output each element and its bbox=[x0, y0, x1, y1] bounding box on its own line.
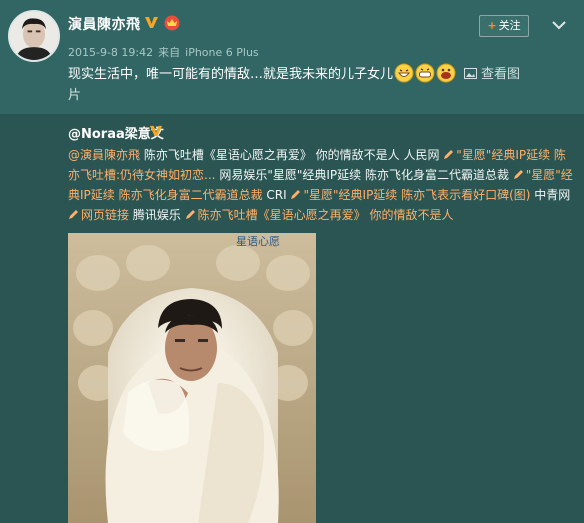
link-5-text: 陈亦飞吐槽《星语心愿之再爱》 你的情敌不是人 bbox=[197, 208, 454, 222]
view-image-link[interactable]: 查看图 bbox=[464, 67, 520, 82]
follow-label: 关注 bbox=[498, 19, 521, 32]
repost-text-1: 陈亦飞吐槽《星语心愿之再爱》 你的情敌不是人 人民网 bbox=[140, 148, 444, 162]
picture-icon bbox=[464, 68, 478, 79]
view-image-label: 查看图 bbox=[481, 67, 521, 82]
link-pen-icon bbox=[185, 210, 195, 219]
post-card: 演員陳亦飛 2015-9-8 19:42 来自 iPhone 6 Plus + 关注 … bbox=[0, 0, 584, 114]
link-3-text: "星愿"经典IP延续 陈亦飞表示看好口碑(图) bbox=[303, 188, 531, 202]
repost-text-2: 网易娱乐"星愿"经典IP延续 陈亦飞化身富二代霸道总裁 bbox=[215, 168, 513, 182]
repost-text: @演員陳亦飛 陈亦飞吐槽《星语心愿之再爱》 你的情敌不是人 人民网 "星愿"经典… bbox=[68, 145, 574, 225]
link-1-text: "星愿"经典IP延续 陈 bbox=[456, 148, 566, 162]
username[interactable]: 演員陳亦飛 bbox=[68, 14, 141, 34]
repost-photo[interactable]: 星语心愿 bbox=[68, 233, 316, 523]
avatar[interactable] bbox=[8, 10, 60, 62]
post-text: 现实生活中，唯一可能有的情敌…就是我未来的儿子女儿 查看图片 bbox=[68, 63, 568, 106]
grin-emoji-icon bbox=[394, 63, 414, 83]
verified-v-icon bbox=[149, 125, 163, 137]
grin-emoji-icon bbox=[436, 63, 456, 83]
menu-chevron-icon[interactable] bbox=[550, 17, 568, 33]
link-2-text-cont: 典IP延续 陈亦飞化身富二代霸道总裁 bbox=[68, 188, 263, 202]
link-4-text: 网页链接 bbox=[81, 208, 130, 222]
repost-mention[interactable]: @演員陳亦飛 bbox=[68, 148, 140, 162]
post-meta: 2015-9-8 19:42 来自 iPhone 6 Plus bbox=[68, 44, 264, 60]
photo-caption: 星语心愿 bbox=[236, 235, 280, 248]
link-pen-icon bbox=[444, 150, 454, 159]
plus-icon: + bbox=[487, 19, 497, 32]
link-pen-icon bbox=[513, 170, 523, 179]
follow-button[interactable]: + 关注 bbox=[479, 15, 529, 37]
post-body: 现实生活中，唯一可能有的情敌…就是我未来的儿子女儿 bbox=[68, 67, 394, 82]
vip-crown-icon[interactable] bbox=[163, 14, 181, 31]
repost-text-5: 腾讯娱乐 bbox=[129, 208, 185, 222]
link-1-text-cont: 亦飞吐槽:仍待女神如初恋... bbox=[68, 168, 216, 182]
post-timestamp[interactable]: 2015-9-8 19:42 bbox=[68, 46, 153, 59]
grin-emoji-icon bbox=[415, 63, 435, 83]
verified-v-icon bbox=[145, 17, 158, 28]
link-3[interactable]: "星愿"经典IP延续 陈亦飞表示看好口碑(图) bbox=[290, 188, 530, 202]
link-pen-icon bbox=[291, 190, 301, 199]
link-pen-icon bbox=[69, 210, 78, 219]
post-source[interactable]: iPhone 6 Plus bbox=[185, 46, 259, 59]
repost-card: @Noraa梁意文 @演員陳亦飛 陈亦飞吐槽《星语心愿之再爱》 你的情敌不是人 … bbox=[0, 114, 584, 523]
link-2-text: "星愿"经 bbox=[525, 168, 573, 182]
link-4[interactable]: 网页链接 bbox=[68, 208, 129, 222]
view-image-label-cont[interactable]: 片 bbox=[68, 88, 81, 103]
source-prefix: 来自 bbox=[158, 46, 181, 59]
link-5[interactable]: 陈亦飞吐槽《星语心愿之再爱》 你的情敌不是人 bbox=[185, 208, 454, 222]
repost-text-3: CRI bbox=[262, 188, 291, 202]
repost-text-4: 中青网 bbox=[530, 188, 571, 202]
